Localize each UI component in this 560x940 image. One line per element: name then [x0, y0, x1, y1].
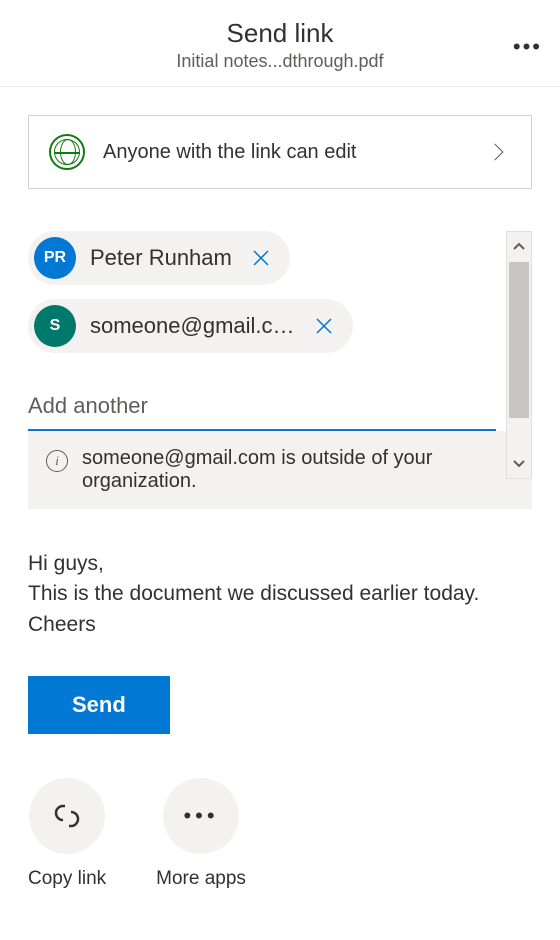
link-icon — [29, 778, 105, 854]
copy-link-label: Copy link — [28, 868, 106, 890]
warning-text: someone@gmail.com is outside of your org… — [82, 447, 482, 493]
remove-recipient-button[interactable] — [309, 317, 339, 335]
recipients-area: PR Peter Runham S someone@gmail.c… i som… — [28, 231, 532, 509]
info-icon: i — [46, 450, 68, 472]
more-options-button[interactable]: ••• — [513, 34, 542, 60]
recipient-name: someone@gmail.c… — [90, 313, 295, 339]
globe-icon — [49, 134, 85, 170]
link-permissions-row[interactable]: Anyone with the link can edit — [28, 115, 532, 189]
secondary-actions: Copy link ••• More apps — [28, 778, 532, 890]
add-recipient-input[interactable] — [28, 385, 496, 431]
avatar: S — [34, 305, 76, 347]
chevron-right-icon — [487, 144, 504, 161]
more-apps-label: More apps — [156, 868, 246, 890]
remove-recipient-button[interactable] — [246, 249, 276, 267]
link-permissions-label: Anyone with the link can edit — [103, 141, 471, 164]
avatar: PR — [34, 237, 76, 279]
recipient-chip: S someone@gmail.c… — [28, 299, 353, 353]
recipient-chip: PR Peter Runham — [28, 231, 290, 285]
copy-link-button[interactable]: Copy link — [28, 778, 106, 890]
scrollbar[interactable] — [506, 231, 532, 479]
external-recipient-warning: i someone@gmail.com is outside of your o… — [28, 431, 532, 509]
recipient-name: Peter Runham — [90, 245, 232, 271]
send-button[interactable]: Send — [28, 676, 170, 734]
scroll-up-button[interactable] — [507, 232, 531, 262]
more-icon: ••• — [163, 778, 239, 854]
scroll-down-button[interactable] — [507, 448, 531, 478]
more-apps-button[interactable]: ••• More apps — [156, 778, 246, 890]
scroll-thumb[interactable] — [509, 262, 529, 418]
message-body[interactable]: Hi guys, This is the document we discuss… — [28, 549, 532, 640]
dialog-subtitle: Initial notes...dthrough.pdf — [20, 51, 540, 72]
dialog-title: Send link — [20, 18, 540, 49]
dialog-header: Send link Initial notes...dthrough.pdf •… — [0, 0, 560, 87]
